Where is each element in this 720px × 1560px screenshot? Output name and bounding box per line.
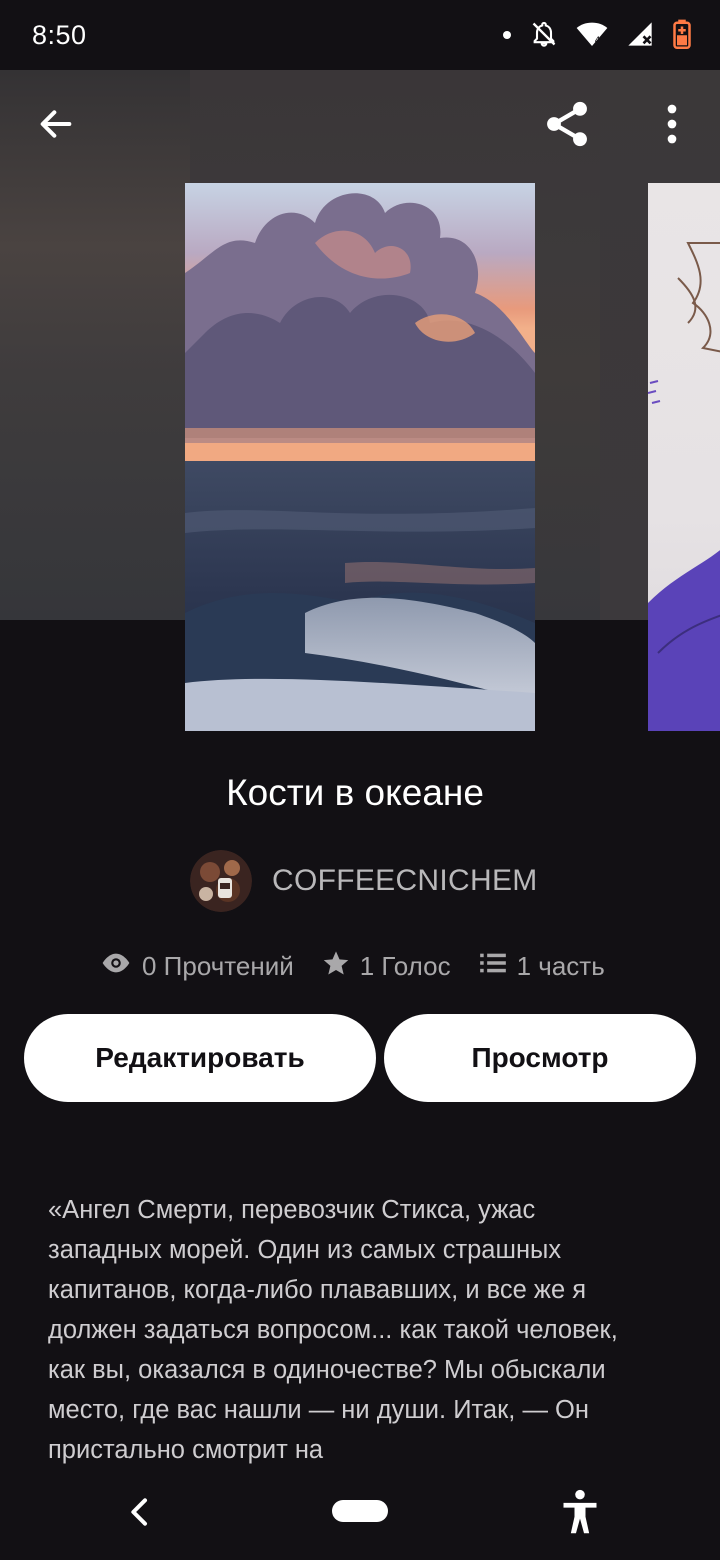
list-icon [479, 951, 517, 982]
reads-stat: 0 Прочтений [100, 951, 294, 982]
signal-icon [626, 20, 654, 53]
bell-off-icon [530, 20, 558, 53]
accessibility-icon[interactable] [558, 1488, 602, 1536]
votes-count: 1 Голос [359, 950, 451, 981]
svg-text:4: 4 [595, 35, 601, 46]
story-title: Кости в океане [226, 772, 484, 813]
author-name[interactable]: COFFEECNICHEM [272, 864, 538, 898]
status-bar: 8:50 4 [0, 0, 720, 70]
parts-stat: 1 часть [479, 951, 605, 982]
wifi-icon: 4 [576, 20, 608, 53]
more-options-button[interactable] [642, 96, 702, 156]
next-story-cover[interactable] [648, 183, 720, 731]
share-icon [541, 98, 593, 155]
votes-stat: 1 Голос [322, 949, 451, 984]
edit-button[interactable]: Редактировать [24, 1014, 376, 1102]
back-button[interactable] [26, 96, 86, 156]
story-description: «Ангел Смерти, перевозчик Стикса, ужас з… [48, 1196, 618, 1464]
view-button[interactable]: Просмотр [384, 1014, 696, 1102]
parts-count: 1 часть [516, 950, 605, 981]
status-icons: 4 [502, 18, 692, 54]
author-row[interactable]: COFFEECNICHEM [190, 850, 538, 912]
dot-icon [502, 27, 512, 45]
story-stats: 0 Прочтений 1 Голос 1 часть [100, 945, 605, 987]
eye-icon [100, 951, 142, 982]
nav-home-pill[interactable] [332, 1500, 388, 1522]
battery-charging-icon [672, 19, 692, 54]
reads-count: 0 Прочтений [142, 950, 294, 981]
status-time: 8:50 [32, 20, 87, 50]
nav-back-icon[interactable] [120, 1492, 160, 1532]
arrow-left-icon [36, 104, 76, 149]
share-button[interactable] [537, 96, 597, 156]
story-cover-image[interactable] [185, 183, 535, 731]
system-navbar [0, 1470, 720, 1560]
star-icon [322, 949, 360, 984]
more-vert-icon [666, 104, 678, 149]
avatar[interactable] [190, 850, 252, 912]
